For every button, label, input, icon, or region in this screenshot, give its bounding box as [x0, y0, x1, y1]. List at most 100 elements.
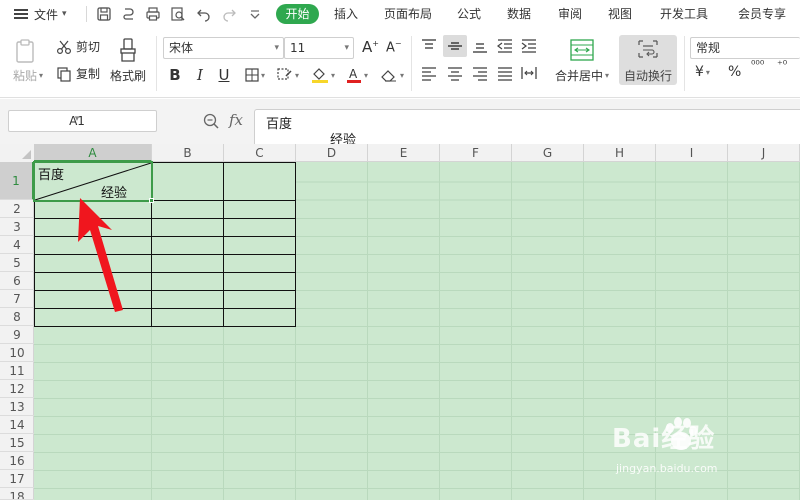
tab-view[interactable]: 视图: [608, 6, 632, 22]
redo-button[interactable]: [220, 5, 238, 23]
merge-center-button[interactable]: 合并居中 ▾: [555, 67, 609, 84]
row-header-16[interactable]: 16: [0, 452, 34, 470]
column-header-d[interactable]: D: [296, 144, 368, 162]
tab-page-layout[interactable]: 页面布局: [384, 6, 432, 22]
align-right-icon: [473, 67, 487, 81]
align-center-icon: [448, 67, 462, 81]
row-header-5[interactable]: 5: [0, 254, 34, 272]
chevron-down-icon: ▾: [344, 43, 349, 53]
font-color-button[interactable]: A ▾: [344, 66, 370, 84]
row-header-12[interactable]: 12: [0, 380, 34, 398]
row-header-9[interactable]: 9: [0, 326, 34, 344]
divider: [411, 36, 412, 91]
bold-button[interactable]: B: [167, 66, 183, 84]
tab-review[interactable]: 审阅: [558, 6, 582, 22]
copy-button[interactable]: 复制: [56, 65, 100, 82]
font-name-select[interactable]: 宋体 ▾: [163, 37, 284, 59]
tab-member[interactable]: 会员专享: [738, 6, 786, 22]
decimal-increase-icon: ⁰⁰⁰: [751, 58, 765, 71]
bold-icon: B: [169, 66, 181, 84]
paste-label-button[interactable]: 粘贴 ▾: [13, 67, 43, 84]
decimal-increase-button[interactable]: ⁰⁰⁰: [751, 58, 765, 71]
clear-button[interactable]: ▾: [377, 66, 407, 84]
tab-home[interactable]: 开始: [276, 4, 319, 24]
row-header-6[interactable]: 6: [0, 272, 34, 290]
cut-button[interactable]: 剪切: [56, 38, 100, 55]
row-header-17[interactable]: 17: [0, 470, 34, 488]
select-all-button[interactable]: [0, 144, 34, 162]
save-button[interactable]: [95, 5, 113, 23]
column-header-i[interactable]: I: [656, 144, 728, 162]
italic-icon: I: [197, 66, 203, 84]
cell-style-button[interactable]: ▾: [274, 66, 302, 84]
chevron-down-icon: ▾: [605, 71, 610, 80]
row-header-4[interactable]: 4: [0, 236, 34, 254]
row-header-15[interactable]: 15: [0, 434, 34, 452]
red-arrow-annotation: [78, 198, 123, 312]
justify-button[interactable]: [496, 65, 514, 81]
column-header-f[interactable]: F: [440, 144, 512, 162]
row-header-11[interactable]: 11: [0, 362, 34, 380]
column-header-a[interactable]: A: [34, 144, 152, 162]
row-header-7[interactable]: 7: [0, 290, 34, 308]
column-header-c[interactable]: C: [224, 144, 296, 162]
distribute-button[interactable]: [520, 65, 538, 81]
align-middle-button[interactable]: [443, 35, 467, 57]
row-header-8[interactable]: 8: [0, 308, 34, 326]
align-right-button[interactable]: [471, 65, 489, 81]
borders-button[interactable]: ▾: [242, 66, 268, 84]
undo-button[interactable]: [195, 5, 213, 23]
row-header-13[interactable]: 13: [0, 398, 34, 416]
decrease-font-button[interactable]: A−: [386, 39, 402, 55]
column-header-h[interactable]: H: [584, 144, 656, 162]
number-format-select[interactable]: 常规: [690, 37, 800, 59]
name-box[interactable]: A1 ▾: [8, 110, 157, 132]
file-menu[interactable]: 文件 ▾: [14, 5, 67, 23]
print-button[interactable]: [144, 5, 162, 23]
font-size-select[interactable]: 11 ▾: [284, 37, 354, 59]
row-header-2[interactable]: 2: [0, 200, 34, 218]
fill-color-button[interactable]: ▾: [309, 66, 337, 84]
tab-data[interactable]: 数据: [507, 6, 531, 22]
print-preview-button[interactable]: [169, 5, 187, 23]
tab-insert[interactable]: 插入: [334, 6, 358, 22]
wrap-text-button[interactable]: 自动换行: [619, 35, 677, 85]
column-header-b[interactable]: B: [152, 144, 224, 162]
row-header-1[interactable]: 1: [0, 162, 34, 200]
row-header-10[interactable]: 10: [0, 344, 34, 362]
align-top-button[interactable]: [420, 38, 438, 54]
currency-button[interactable]: ¥ ▾: [695, 64, 710, 80]
zoom-icon[interactable]: [202, 112, 220, 130]
increase-font-button[interactable]: A+: [362, 38, 379, 56]
increase-indent-button[interactable]: [520, 38, 538, 54]
customize-toolbar-button[interactable]: [246, 5, 264, 23]
tab-developer[interactable]: 开发工具: [660, 6, 708, 22]
fill-handle[interactable]: [149, 198, 154, 203]
align-bottom-button[interactable]: [471, 38, 489, 54]
decrease-indent-button[interactable]: [496, 38, 514, 54]
redo-icon: [223, 9, 236, 22]
column-header-e[interactable]: E: [368, 144, 440, 162]
column-header-j[interactable]: J: [728, 144, 800, 162]
column-header-g[interactable]: G: [512, 144, 584, 162]
export-button[interactable]: [120, 5, 138, 23]
align-left-button[interactable]: [420, 65, 438, 81]
align-center-button[interactable]: [446, 65, 464, 81]
watermark: Bai经验 jingyan.baidu.com: [612, 414, 787, 494]
row-header-18[interactable]: 18: [0, 488, 34, 500]
thousand-separator-button[interactable]: ⁺⁰: [777, 58, 788, 71]
paste-label: 粘贴: [13, 69, 38, 83]
format-painter-button[interactable]: [117, 36, 141, 64]
percent-button[interactable]: %: [728, 64, 741, 80]
thousand-separator-icon: ⁺⁰: [777, 58, 788, 71]
row-header-14[interactable]: 14: [0, 416, 34, 434]
paste-button[interactable]: [14, 37, 44, 65]
clipboard-icon: [16, 39, 34, 63]
insert-function-button[interactable]: fx: [229, 111, 243, 129]
tab-formulas[interactable]: 公式: [457, 6, 481, 22]
font-size-value: 11: [290, 41, 306, 55]
italic-button[interactable]: I: [192, 66, 208, 84]
row-header-3[interactable]: 3: [0, 218, 34, 236]
merge-center-icon-button[interactable]: [570, 39, 594, 61]
underline-button[interactable]: U: [216, 66, 232, 84]
